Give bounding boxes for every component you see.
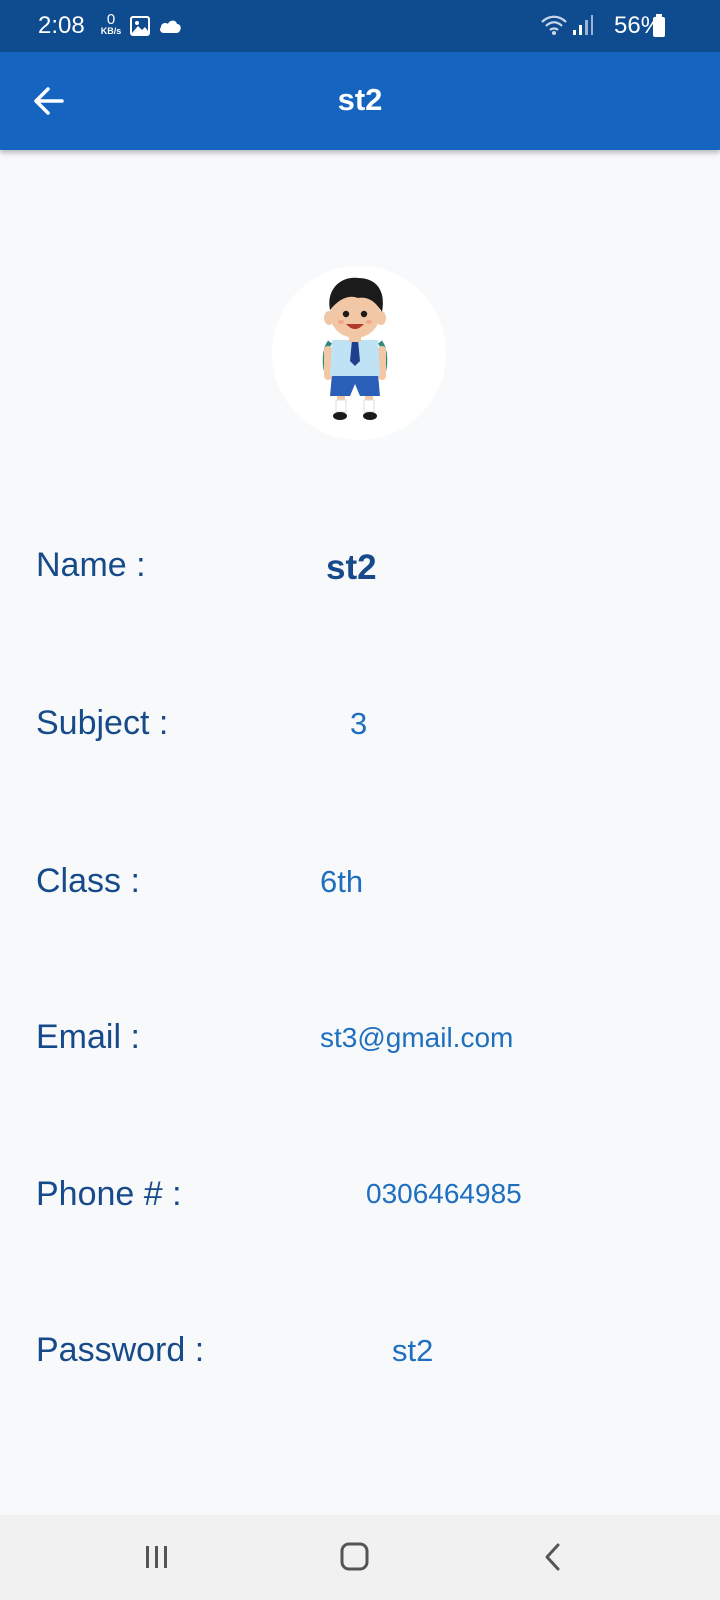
- email-value: st3@gmail.com: [320, 1022, 514, 1053]
- class-value: 6th: [320, 864, 364, 899]
- cloud-icon: [158, 18, 182, 39]
- system-back-button[interactable]: [522, 1531, 582, 1583]
- net-speed-value: 0: [106, 11, 116, 28]
- password-label: Password :: [36, 1331, 205, 1369]
- avatar: [272, 266, 446, 440]
- email-label: Email :: [36, 1018, 140, 1056]
- recents-icon: [146, 1546, 167, 1568]
- system-nav-bar: [0, 1515, 720, 1600]
- recents-button[interactable]: [126, 1531, 186, 1583]
- battery-icon: [652, 14, 666, 43]
- home-button[interactable]: [324, 1531, 384, 1583]
- class-label: Class :: [36, 862, 140, 900]
- status-bar: 2:08 0 KB/s 56%: [0, 0, 720, 52]
- phone-value: 0306464985: [366, 1178, 522, 1209]
- net-speed: 0 KB/s: [96, 12, 126, 36]
- app-bar: st2: [0, 52, 720, 150]
- back-chevron-icon: [545, 1543, 560, 1571]
- signal-icon: [572, 14, 594, 41]
- name-value: st2: [326, 548, 377, 587]
- page-title: st2: [337, 82, 383, 117]
- status-time: 2:08: [38, 12, 85, 39]
- gallery-icon: [130, 16, 150, 41]
- password-value: st2: [392, 1333, 434, 1368]
- subject-label: Subject :: [36, 704, 169, 742]
- wifi-icon: [540, 14, 568, 41]
- student-boy-avatar-icon: [322, 277, 388, 420]
- net-speed-unit: KB/s: [100, 26, 122, 36]
- subject-value: 3: [350, 706, 368, 741]
- name-label: Name :: [36, 546, 146, 584]
- phone-label: Phone # :: [36, 1175, 182, 1213]
- home-icon: [340, 1542, 369, 1571]
